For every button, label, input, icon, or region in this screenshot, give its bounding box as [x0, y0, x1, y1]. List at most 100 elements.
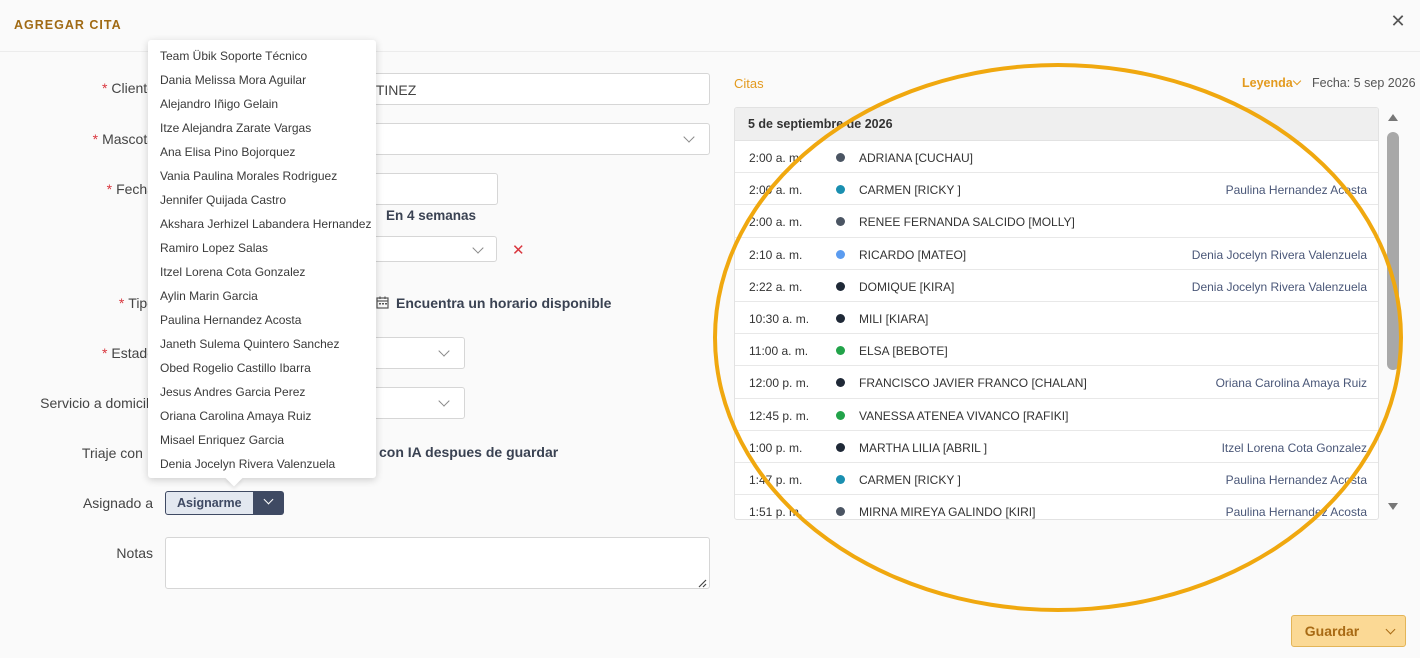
cita-time: 2:10 a. m. — [749, 247, 803, 262]
dropdown-option[interactable]: Jesus Andres Garcia Perez — [148, 380, 376, 404]
cita-vet: Itzel Lorena Cota Gonzalez — [1221, 440, 1367, 455]
assignee-dropdown: Team Übik Soporte Técnico Dania Melissa … — [148, 40, 376, 487]
fecha-label: * Fecha — [106, 181, 155, 197]
status-dot — [836, 313, 845, 323]
cita-patient: CARMEN [RICKY ] — [859, 183, 961, 198]
cita-time: 2:00 a. m. — [749, 215, 803, 230]
dropdown-option[interactable]: Jennifer Quijada Castro — [148, 188, 376, 212]
cita-time: 2:00 a. m. — [749, 151, 803, 165]
dropdown-option[interactable]: Janeth Sulema Quintero Sanchez — [148, 332, 376, 356]
cita-row[interactable]: 12:45 p. m. VANESSA ATENEA VIVANCO [RAFIK… — [735, 399, 1378, 431]
cita-vet: Denia Jocelyn Rivera Valenzuela — [1191, 247, 1367, 262]
dropdown-option[interactable]: Itze Alejandra Zarate Vargas — [148, 116, 376, 140]
scroll-down-icon[interactable] — [1388, 503, 1398, 510]
find-slot-link[interactable]: Encuentra un horario disponible — [396, 295, 611, 311]
cita-row[interactable]: 1:51 p. m. MIRNA MIREYA GALINDO [KIRI] Pau… — [735, 495, 1378, 520]
cita-vet: Oriana Carolina Amaya Ruiz — [1215, 376, 1367, 391]
cita-time: 11:00 a. m. — [749, 344, 809, 359]
cita-patient: MIRNA MIREYA GALINDO [KIRI] — [859, 505, 1036, 520]
status-dot — [836, 217, 845, 227]
status-dot — [836, 507, 845, 517]
status-dot — [836, 281, 845, 291]
chevron-down-icon — [472, 242, 484, 254]
cita-row[interactable]: 1:47 p. m. CARMEN [RICKY ] Paulina Hernand… — [735, 463, 1378, 496]
cita-patient: MARTHA LILIA [ABRIL ] — [859, 440, 988, 455]
dropdown-option[interactable]: Itzel Lorena Cota Gonzalez — [148, 260, 376, 284]
dropdown-option[interactable]: Team Übik Soporte Técnico — [148, 44, 376, 68]
day-header: 5 de septiembre de 2026 — [735, 108, 1378, 141]
cita-time: 2:22 a. m. — [749, 279, 803, 294]
chevron-down-icon[interactable] — [1292, 76, 1302, 86]
dropdown-option[interactable]: Ana Elisa Pino Bojorquez — [148, 140, 376, 164]
dropdown-option[interactable]: Dania Melissa Mora Aguilar — [148, 68, 376, 92]
dropdown-option[interactable]: Misael Enriquez Garcia — [148, 428, 376, 452]
cliente-label: * Cliente — [101, 80, 155, 96]
scroll-thumb[interactable] — [1387, 132, 1399, 370]
cita-patient: RICARDO [MATEO] — [859, 247, 967, 262]
cita-row[interactable]: 10:30 a. m. MILI [KIARA] — [735, 302, 1378, 335]
calendar-icon — [376, 296, 390, 309]
cita-time: 12:45 p. m. — [749, 408, 810, 423]
cita-row[interactable]: 12:00 p. m. FRANCISCO JAVIER FRANCO [CHAL… — [735, 366, 1378, 399]
cita-row[interactable]: 2:00 a. m. CARMEN [RICKY ] Paulina Hernand… — [735, 173, 1378, 206]
scroll-up-icon[interactable] — [1388, 114, 1398, 121]
cita-row[interactable]: 1:00 p. m. MARTHA LILIA [ABRIL ] Itzel Lor… — [735, 431, 1378, 463]
dropdown-option[interactable]: Ramiro Lopez Salas — [148, 236, 376, 260]
status-dot — [836, 153, 845, 162]
leyenda-toggle[interactable]: Leyenda — [1242, 76, 1293, 90]
cita-patient: CARMEN [RICKY ] — [859, 472, 961, 487]
chevron-down-icon[interactable] — [1385, 624, 1396, 635]
chevron-down-icon — [263, 494, 274, 505]
fecha-hint: En 4 semanas — [386, 208, 477, 223]
status-dot — [836, 378, 845, 388]
status-dot — [836, 474, 845, 484]
cita-vet: Paulina Hernandez Acosta — [1225, 472, 1367, 487]
dropdown-option[interactable]: Obed Rogelio Castillo Ibarra — [148, 356, 376, 380]
guardar-label[interactable]: Guardar — [1292, 616, 1372, 646]
dropdown-option[interactable]: Alejandro Iñigo Gelain — [148, 92, 376, 116]
mascota-label: * Mascota — [92, 131, 155, 147]
status-dot — [836, 185, 845, 195]
notas-textarea[interactable] — [165, 537, 710, 589]
cita-row[interactable]: 2:10 a. m. RICARDO [MATEO] Denia Jocelyn R… — [735, 238, 1378, 270]
cita-time: 1:51 p. m. — [749, 505, 803, 520]
cita-row[interactable]: 2:00 a. m. RENEE FERNANDA SALCIDO [MOLLY] — [735, 205, 1378, 238]
status-dot — [836, 346, 845, 356]
cita-patient: FRANCISCO JAVIER FRANCO [CHALAN] — [859, 376, 1087, 391]
clear-icon[interactable]: ✕ — [512, 241, 525, 259]
servicio-label: Servicio a domicilio — [40, 395, 160, 411]
status-dot — [836, 249, 845, 259]
cita-vet: Paulina Hernandez Acosta — [1225, 183, 1367, 198]
scrollbar[interactable] — [1384, 110, 1402, 518]
dropdown-option[interactable]: Vania Paulina Morales Rodriguez — [148, 164, 376, 188]
dropdown-option[interactable]: Paulina Hernandez Acosta — [148, 308, 376, 332]
asignado-control: Asignarme — [165, 491, 284, 515]
cita-patient: VANESSA ATENEA VIVANCO [RAFIKI] — [859, 408, 1069, 423]
dropdown-option[interactable]: Oriana Carolina Amaya Ruiz — [148, 404, 376, 428]
cita-time: 2:00 a. m. — [749, 183, 803, 198]
dropdown-option[interactable]: Denia Jocelyn Rivera Valenzuela — [148, 452, 376, 476]
resize-grip[interactable] — [697, 576, 707, 588]
dropdown-option[interactable]: Akshara Jerhizel Labandera Hernandez — [148, 212, 376, 236]
guardar-button[interactable]: Guardar — [1291, 615, 1406, 647]
dropdown-option[interactable]: Aylin Marin Garcia — [148, 284, 376, 308]
cita-time: 1:00 p. m. — [749, 440, 803, 455]
cita-row[interactable]: 2:00 a. m. ADRIANA [CUCHAU] — [735, 141, 1378, 174]
asignado-dropdown-toggle[interactable] — [253, 491, 284, 515]
chevron-down-icon — [438, 345, 450, 357]
tipo-label: * Tipo — [118, 295, 155, 311]
cita-row[interactable]: 2:22 a. m. DOMIQUE [KIRA] Denia Jocelyn Ri… — [735, 270, 1378, 302]
close-icon[interactable]: ✕ — [1388, 12, 1408, 32]
cita-vet: Paulina Hernandez Acosta — [1225, 505, 1367, 520]
citas-date: Fecha: 5 sep 2026 — [1312, 76, 1416, 90]
asignarme-button[interactable]: Asignarme — [165, 491, 254, 515]
cita-patient: ADRIANA [CUCHAU] — [859, 151, 974, 165]
chevron-down-icon — [438, 395, 450, 407]
chevron-down-icon — [683, 131, 695, 143]
cita-time: 12:00 p. m. — [749, 376, 810, 391]
modal-title: AGREGAR CITA — [14, 18, 122, 32]
cita-patient: MILI [KIARA] — [859, 311, 929, 326]
cita-patient: DOMIQUE [KIRA] — [859, 279, 955, 294]
cita-time: 10:30 a. m. — [749, 311, 810, 326]
cita-row[interactable]: 11:00 a. m. ELSA [BEBOTE] — [735, 334, 1378, 367]
